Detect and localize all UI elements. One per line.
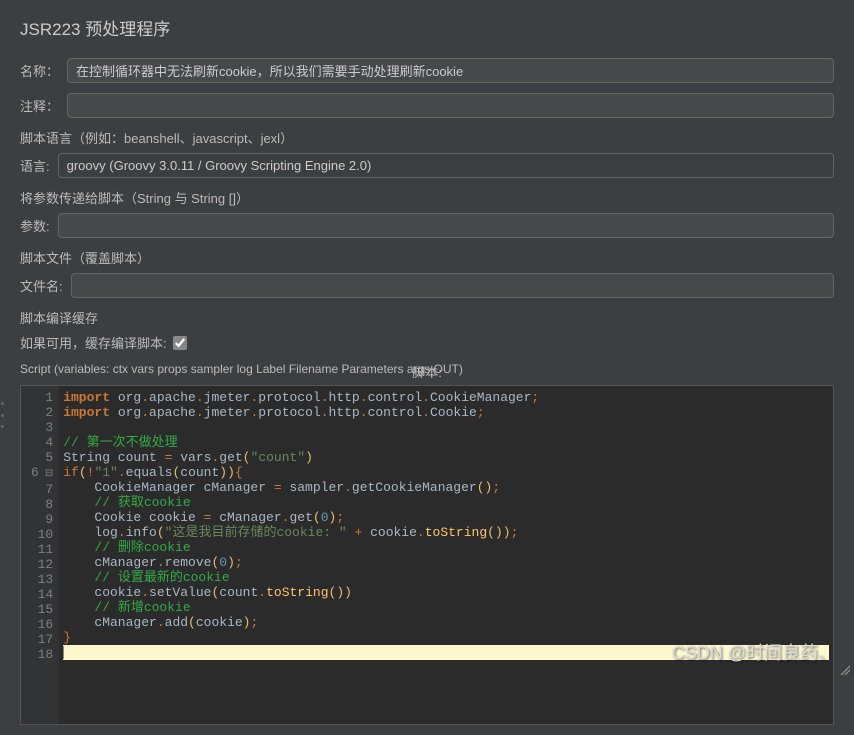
- code-line[interactable]: import org.apache.jmeter.protocol.http.c…: [63, 390, 829, 405]
- code-line[interactable]: // 删除cookie: [63, 540, 829, 555]
- gutter-line: 11: [31, 542, 53, 557]
- cache-checkbox-label: 如果可用，缓存编译脚本:: [20, 333, 167, 352]
- gutter-line: 3: [31, 420, 53, 435]
- pass-params-section: 将参数传递给脚本（String 与 String []）: [20, 188, 834, 207]
- gutter-line: 17: [31, 632, 53, 647]
- params-input[interactable]: [58, 213, 834, 238]
- gutter-line: 15: [31, 602, 53, 617]
- gutter-line: 9: [31, 512, 53, 527]
- gutter-line: 5: [31, 450, 53, 465]
- filename-input[interactable]: [71, 273, 834, 298]
- script-lang-section: 脚本语言（例如：beanshell、javascript、jexl）: [20, 128, 834, 147]
- code-line[interactable]: Cookie cookie = cManager.get(0);: [63, 510, 829, 525]
- page-title: JSR223 预处理程序: [20, 15, 834, 40]
- gutter-line: 4: [31, 435, 53, 450]
- gutter-line: 10: [31, 527, 53, 542]
- code-line[interactable]: cManager.add(cookie);: [63, 615, 829, 630]
- params-label: 参数:: [20, 216, 50, 235]
- editor-gutter: 123456 ⊟789101112131415161718: [21, 386, 59, 724]
- code-line[interactable]: import org.apache.jmeter.protocol.http.c…: [63, 405, 829, 420]
- code-line[interactable]: log.info("这是我目前存储的cookie: " + cookie.toS…: [63, 525, 829, 540]
- gutter-line: 14: [31, 587, 53, 602]
- script-file-section: 脚本文件（覆盖脚本）: [20, 248, 834, 267]
- left-handle-dots: [0, 400, 5, 430]
- code-line[interactable]: // 获取cookie: [63, 495, 829, 510]
- name-label: 名称：: [20, 61, 59, 80]
- code-line[interactable]: cManager.remove(0);: [63, 555, 829, 570]
- comment-input[interactable]: [67, 93, 834, 118]
- editor-code-area[interactable]: import org.apache.jmeter.protocol.http.c…: [59, 386, 833, 724]
- code-line[interactable]: if(!"1".equals(count)){: [63, 465, 829, 480]
- code-line[interactable]: [63, 420, 829, 435]
- gutter-line: 8: [31, 497, 53, 512]
- code-line[interactable]: CookieManager cManager = sampler.getCook…: [63, 480, 829, 495]
- code-line[interactable]: }: [63, 630, 829, 645]
- gutter-line: 16: [31, 617, 53, 632]
- cache-checkbox[interactable]: [173, 336, 187, 350]
- gutter-line: 7: [31, 482, 53, 497]
- filename-label: 文件名:: [20, 276, 63, 295]
- code-editor[interactable]: 123456 ⊟789101112131415161718 import org…: [20, 385, 834, 725]
- name-input[interactable]: [67, 58, 834, 83]
- lang-label: 语言:: [20, 156, 50, 175]
- comment-label: 注释：: [20, 96, 59, 115]
- gutter-line: 12: [31, 557, 53, 572]
- code-line[interactable]: // 新增cookie: [63, 600, 829, 615]
- code-line[interactable]: String count = vars.get("count"): [63, 450, 829, 465]
- gutter-line: 13: [31, 572, 53, 587]
- cache-section: 脚本编译缓存: [20, 308, 834, 327]
- gutter-line: 1: [31, 390, 53, 405]
- code-line[interactable]: // 设置最新的cookie: [63, 570, 829, 585]
- gutter-line: 6 ⊟: [31, 465, 53, 482]
- code-line[interactable]: // 第一次不做处理: [63, 435, 829, 450]
- code-line[interactable]: cookie.setValue(count.toString()): [63, 585, 829, 600]
- gutter-line: 2: [31, 405, 53, 420]
- lang-select[interactable]: groovy (Groovy 3.0.11 / Groovy Scripting…: [58, 153, 834, 178]
- gutter-line: 18: [31, 647, 53, 662]
- code-line[interactable]: [63, 645, 829, 660]
